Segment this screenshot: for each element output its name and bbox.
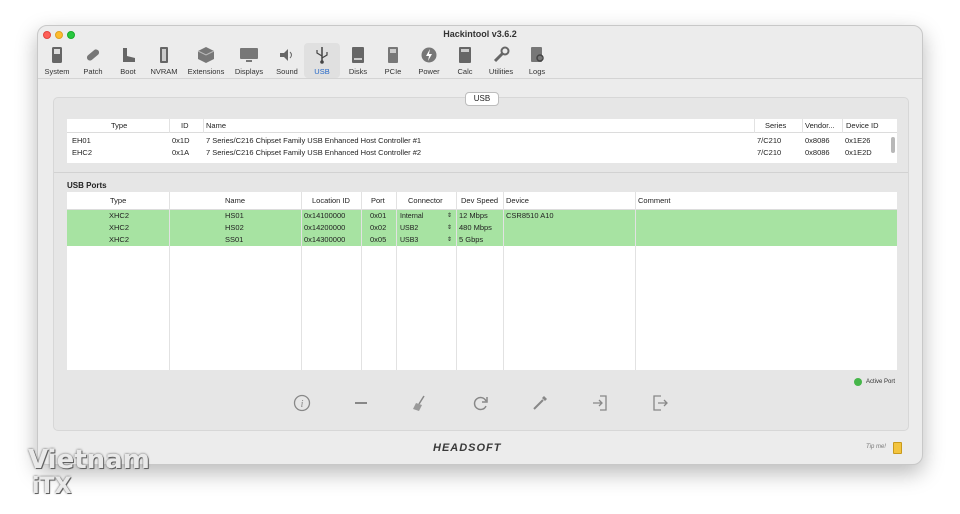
footer: HEADSOFT Tip me! — [38, 436, 922, 464]
headsoft-logo[interactable]: HEADSOFT — [433, 442, 502, 454]
col-dev-speed[interactable]: Dev Speed — [461, 195, 498, 207]
toolbar: System Patch Boot NVRAM Extensions Displ… — [38, 43, 922, 79]
tab-nvram[interactable]: NVRAM — [148, 43, 180, 78]
col-name[interactable]: Name — [225, 195, 245, 207]
tab-sound[interactable]: Sound — [273, 43, 301, 78]
inject-button[interactable] — [531, 394, 549, 412]
divider — [802, 119, 803, 133]
chevron-updown-icon: ⇕ — [446, 225, 452, 231]
eyedropper-icon — [533, 396, 547, 410]
chevron-updown-icon: ⇕ — [446, 237, 452, 243]
tab-boot[interactable]: Boot — [115, 43, 141, 78]
controllers-header: Type ID Name Series Vendor... Device ID — [67, 119, 897, 133]
col-type[interactable]: Type — [110, 195, 126, 207]
disks-icon — [348, 45, 368, 65]
action-bar: i — [54, 394, 908, 414]
displays-icon — [239, 45, 259, 65]
chevron-updown-icon: ⇕ — [446, 213, 452, 219]
sound-icon — [277, 45, 297, 65]
tip-jar-icon[interactable] — [893, 442, 902, 454]
col-name[interactable]: Name — [206, 120, 226, 132]
divider — [301, 192, 302, 370]
utilities-icon — [491, 45, 511, 65]
controllers-scrollbar[interactable] — [891, 137, 895, 153]
tab-power[interactable]: Power — [413, 43, 445, 78]
info-button[interactable]: i — [293, 394, 311, 412]
divider — [503, 192, 504, 370]
col-type[interactable]: Type — [111, 120, 127, 132]
tip-label: Tip me! — [866, 444, 886, 450]
tab-usb[interactable]: USB — [304, 43, 340, 78]
usb-icon — [312, 45, 332, 65]
section-divider — [54, 172, 908, 173]
tab-displays[interactable]: Displays — [232, 43, 266, 78]
divider — [635, 192, 636, 370]
tab-extensions[interactable]: Extensions — [186, 43, 226, 78]
divider — [361, 192, 362, 370]
watermark-itx: iTX — [32, 474, 72, 499]
usb-ports-table: Type Name Location ID Port Connector Dev… — [67, 192, 897, 370]
divider — [203, 119, 204, 133]
active-port-legend: Active Port — [854, 378, 895, 386]
col-device-id[interactable]: Device ID — [846, 120, 879, 132]
calc-icon — [455, 45, 475, 65]
divider — [754, 119, 755, 133]
window-title: Hackintool v3.6.2 — [443, 29, 517, 39]
col-vendor[interactable]: Vendor... — [805, 120, 840, 132]
minus-icon — [355, 402, 367, 404]
svg-text:i: i — [301, 399, 304, 410]
pcie-icon — [383, 45, 403, 65]
export-icon — [653, 395, 668, 411]
tab-logs[interactable]: Logs — [524, 43, 550, 78]
ports-header: Type Name Location ID Port Connector Dev… — [67, 192, 897, 210]
app-window: Hackintool v3.6.2 System Patch Boot NVRA… — [37, 25, 923, 465]
col-connector[interactable]: Connector — [408, 195, 443, 207]
divider — [842, 119, 843, 133]
segment-usb[interactable]: USB — [465, 92, 499, 106]
tab-utilities[interactable]: Utilities — [484, 43, 518, 78]
watermark-vietnam: Vietnam — [28, 445, 150, 475]
divider — [169, 192, 170, 370]
tab-system[interactable]: System — [41, 43, 73, 78]
power-icon — [419, 45, 439, 65]
import-icon — [593, 395, 607, 411]
logs-icon — [527, 45, 547, 65]
boot-icon — [118, 45, 138, 65]
title-bar: Hackintool v3.6.2 — [38, 26, 922, 42]
import-button[interactable] — [591, 394, 609, 412]
col-id[interactable]: ID — [181, 120, 189, 132]
export-button[interactable] — [651, 394, 669, 412]
tab-calc[interactable]: Calc — [452, 43, 478, 78]
active-port-dot-icon — [854, 378, 862, 386]
tab-pcie[interactable]: PCIe — [379, 43, 407, 78]
usb-ports-title: USB Ports — [67, 181, 107, 190]
clear-button[interactable] — [411, 394, 429, 412]
connector-select[interactable]: USB3 ⇕ — [400, 234, 454, 246]
remove-button[interactable] — [352, 394, 370, 412]
system-icon — [47, 45, 67, 65]
refresh-icon — [473, 396, 488, 411]
divider — [169, 119, 170, 133]
col-comment[interactable]: Comment — [638, 195, 671, 207]
divider — [396, 192, 397, 370]
broom-icon — [413, 395, 425, 411]
refresh-button[interactable] — [472, 394, 490, 412]
divider — [456, 192, 457, 370]
col-device[interactable]: Device — [506, 195, 529, 207]
col-series[interactable]: Series — [765, 120, 786, 132]
col-port[interactable]: Port — [371, 195, 385, 207]
col-location-id[interactable]: Location ID — [312, 195, 350, 207]
connector-select[interactable]: USB2 ⇕ — [400, 222, 454, 234]
nvram-icon — [154, 45, 174, 65]
usb-panel: USB Type ID Name Series Vendor... Device… — [53, 92, 909, 431]
tab-disks[interactable]: Disks — [344, 43, 372, 78]
extensions-icon — [196, 45, 216, 65]
controllers-table: Type ID Name Series Vendor... Device ID … — [67, 119, 897, 163]
tab-patch[interactable]: Patch — [78, 43, 108, 78]
connector-select[interactable]: Internal ⇕ — [400, 210, 454, 222]
info-icon: i — [293, 394, 311, 412]
patch-icon — [83, 45, 103, 65]
